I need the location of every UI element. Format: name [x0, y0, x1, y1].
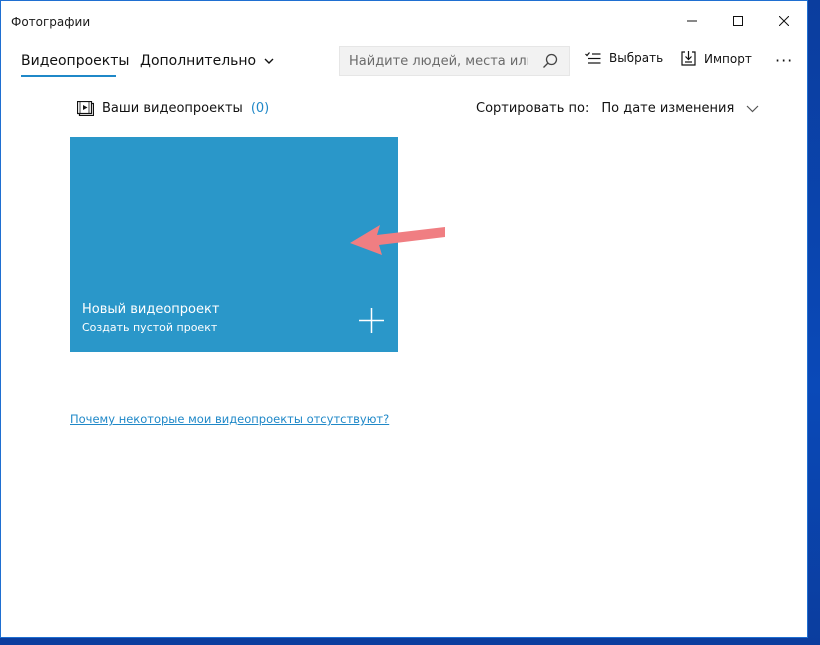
search-box [339, 46, 570, 76]
tab-video-projects[interactable]: Видеопроекты [21, 53, 129, 69]
more-options-button[interactable]: ··· [775, 51, 793, 70]
select-icon [585, 52, 601, 64]
search-button[interactable] [530, 47, 569, 75]
sort-control[interactable]: Сортировать по: По дате изменения [476, 101, 759, 116]
close-button[interactable] [761, 1, 807, 41]
maximize-icon [733, 16, 743, 26]
window-controls [669, 1, 807, 41]
projects-count: (0) [250, 101, 270, 116]
select-label: Выбрать [609, 51, 664, 65]
toolbar: Видеопроекты Дополнительно Выбрать [1, 43, 807, 83]
minimize-icon [687, 20, 697, 22]
missing-projects-help-link[interactable]: Почему некоторые мои видеопроекты отсутс… [70, 412, 389, 426]
tab-more-label: Дополнительно [140, 53, 257, 69]
sort-label: Сортировать по: [476, 101, 590, 116]
active-tab-indicator [21, 75, 116, 77]
annotation-arrow-icon [350, 225, 445, 255]
chevron-down-icon [264, 58, 274, 64]
maximize-button[interactable] [715, 1, 761, 41]
import-button[interactable]: Импорт [681, 51, 752, 66]
tab-more-dropdown[interactable]: Дополнительно [140, 53, 274, 69]
app-title: Фотографии [11, 15, 91, 29]
chevron-down-icon [746, 105, 759, 112]
photos-window: Фотографии Видеопроекты Дополнительно На… [0, 0, 808, 638]
close-icon [779, 16, 789, 26]
sort-value: По дате изменения [601, 101, 735, 116]
plus-icon [359, 308, 384, 333]
search-input[interactable] [340, 52, 531, 70]
video-project-icon [77, 101, 94, 116]
minimize-button[interactable] [669, 1, 715, 41]
projects-header: Ваши видеопроекты (0) [77, 101, 269, 116]
import-label: Импорт [704, 51, 752, 66]
tile-title: Новый видеопроект [82, 302, 220, 317]
title-bar: Фотографии [1, 1, 807, 41]
search-icon [542, 53, 557, 68]
import-icon [681, 51, 696, 66]
select-button[interactable]: Выбрать [585, 51, 663, 65]
tile-subtitle: Создать пустой проект [82, 321, 218, 334]
projects-header-label: Ваши видеопроекты [102, 101, 243, 116]
